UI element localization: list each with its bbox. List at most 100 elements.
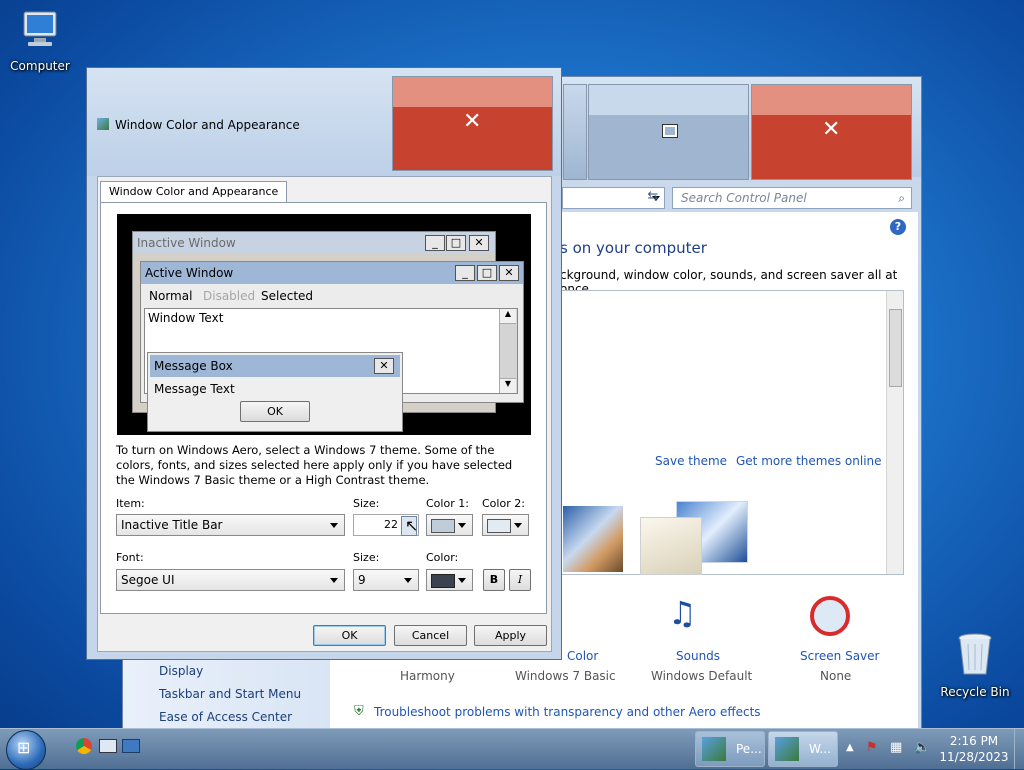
apply-button[interactable]: Apply	[474, 625, 547, 646]
recycle-bin-icon	[937, 630, 1013, 681]
color-setting-value: Windows 7 Basic	[515, 669, 616, 683]
computer-icon	[2, 8, 78, 55]
dialog-app-icon	[97, 118, 109, 130]
page-heading: s on your computer	[560, 239, 707, 257]
window-color-icon	[775, 737, 799, 761]
font-dropdown[interactable]: Segoe UI	[116, 569, 345, 591]
search-input[interactable]: Search Control Panel ⌕	[672, 187, 912, 209]
font-size-label: Size:	[353, 551, 380, 564]
chevron-down-icon	[458, 523, 466, 528]
preview-scrollbar: ▲ ▼	[499, 309, 517, 393]
bold-button[interactable]: B	[483, 569, 505, 591]
font-size-value: 9	[358, 573, 366, 587]
font-size-dropdown[interactable]: 9	[353, 569, 419, 591]
color1-swatch	[431, 519, 455, 533]
font-color-picker[interactable]	[426, 569, 473, 591]
clock-date: 11/28/2023	[939, 750, 1009, 764]
font-color-swatch	[431, 574, 455, 588]
dialog-close-button[interactable]: ✕	[392, 76, 553, 171]
clock-time: 2:16 PM	[949, 734, 999, 748]
help-icon[interactable]: ?	[890, 219, 906, 235]
taskbar: ⊞ Pe... W... ▲ ⚑ ▦ 🔈 2:16 PM 11/28/2023	[0, 728, 1024, 770]
appearance-preview: Inactive Window _ □ ✕ Active Window _ □ …	[117, 214, 531, 435]
ok-button[interactable]: OK	[313, 625, 386, 646]
task1-label: Pe...	[736, 742, 762, 756]
action-center-icon[interactable]: ⚑	[866, 740, 878, 755]
sidebar-item-taskbar[interactable]: Taskbar and Start Menu	[159, 687, 301, 701]
font-color-label: Color:	[426, 551, 459, 564]
message-box-title: Message Box	[150, 355, 400, 377]
recycle-bin-label: Recycle Bin	[940, 685, 1010, 699]
scroll-down-icon: ▼	[500, 378, 516, 393]
get-more-themes-link[interactable]: Get more themes online	[736, 454, 882, 468]
show-desktop-button[interactable]	[1014, 729, 1024, 769]
desktop-icon-computer[interactable]: Computer	[2, 8, 78, 73]
volume-icon[interactable]: 🔈	[914, 740, 930, 755]
tab-window-color[interactable]: Window Color and Appearance	[100, 181, 288, 204]
theme-thumbnail-2[interactable]	[636, 501, 766, 575]
scroll-up-icon: ▲	[500, 309, 516, 324]
message-box-preview: Message Box ✕ Message Text OK	[147, 352, 403, 432]
active-title-text: Active Window	[145, 266, 234, 280]
maximize-icon: □	[446, 235, 466, 251]
network-icon[interactable]: ▦	[890, 740, 902, 755]
minimize-button-partial[interactable]	[563, 84, 587, 180]
menu-normal: Normal	[149, 289, 193, 303]
chevron-down-icon	[330, 523, 338, 528]
maximize-button[interactable]	[588, 84, 749, 180]
explorer-icon[interactable]	[122, 739, 140, 753]
desktop-bg-value: Harmony	[400, 669, 455, 683]
screen-saver-value: None	[820, 669, 852, 683]
task2-label: W...	[809, 742, 831, 756]
inactive-title-text: Inactive Window	[137, 236, 236, 250]
preview-menubar: Normal Disabled Selected	[141, 286, 523, 306]
theme-thumbnail-1[interactable]	[563, 506, 623, 572]
close-icon: ✕	[499, 265, 519, 281]
themes-scrollbar[interactable]	[886, 291, 903, 574]
item-dropdown[interactable]: Inactive Title Bar	[116, 514, 345, 536]
cancel-button[interactable]: Cancel	[394, 625, 467, 646]
screen-saver-label[interactable]: Screen Saver	[800, 649, 879, 663]
taskbar-button-personalization[interactable]: Pe...	[695, 731, 765, 767]
message-box-title-text: Message Box	[154, 359, 233, 373]
save-theme-link[interactable]: Save theme	[655, 454, 727, 468]
aero-info-text: To turn on Windows Aero, select a Window…	[116, 443, 513, 487]
font-label: Font:	[116, 551, 144, 564]
chrome-icon[interactable]	[76, 738, 92, 754]
close-icon: ✕	[374, 358, 394, 374]
dialog-title: Window Color and Appearance	[115, 118, 300, 132]
themes-list[interactable]: Save theme Get more themes online	[560, 290, 904, 575]
start-button[interactable]: ⊞	[6, 730, 46, 770]
refresh-icon[interactable]: ⇆	[642, 189, 664, 207]
font-value: Segoe UI	[121, 573, 175, 587]
item-label: Item:	[116, 497, 145, 510]
sounds-icon[interactable]: ♫	[668, 594, 697, 632]
troubleshoot-link[interactable]: Troubleshoot problems with transparency …	[374, 705, 761, 719]
screen-saver-icon[interactable]	[810, 596, 850, 636]
desktop-icon-recycle-bin[interactable]: Recycle Bin	[937, 630, 1013, 699]
show-hidden-icons-icon[interactable]: ▲	[846, 742, 854, 753]
taskbar-button-window-color[interactable]: W...	[768, 731, 838, 767]
item-value: Inactive Title Bar	[121, 518, 223, 532]
message-box-ok: OK	[240, 401, 310, 422]
cp-close-button[interactable]: ✕	[751, 84, 912, 180]
scrollbar-thumb[interactable]	[889, 309, 902, 387]
italic-button[interactable]: I	[509, 569, 531, 591]
color-setting-label[interactable]: Color	[567, 649, 598, 663]
color2-picker[interactable]	[482, 514, 529, 536]
show-desktop-icon[interactable]	[99, 739, 117, 753]
color1-picker[interactable]	[426, 514, 473, 536]
search-placeholder: Search Control Panel	[681, 191, 807, 205]
clock[interactable]: 2:16 PM 11/28/2023	[938, 733, 1010, 765]
sidebar-item-display[interactable]: Display	[159, 664, 203, 678]
chevron-down-icon	[404, 578, 412, 583]
item-size-label: Size:	[353, 497, 380, 510]
chevron-down-icon	[514, 523, 522, 528]
minimize-icon: _	[455, 265, 475, 281]
windows-logo-icon: ⊞	[17, 738, 31, 757]
sounds-label[interactable]: Sounds	[676, 649, 720, 663]
search-icon[interactable]: ⌕	[898, 188, 905, 208]
message-text: Message Text	[154, 382, 235, 396]
sidebar-item-ease-of-access[interactable]: Ease of Access Center	[159, 710, 292, 724]
close-icon: ✕	[822, 117, 841, 142]
